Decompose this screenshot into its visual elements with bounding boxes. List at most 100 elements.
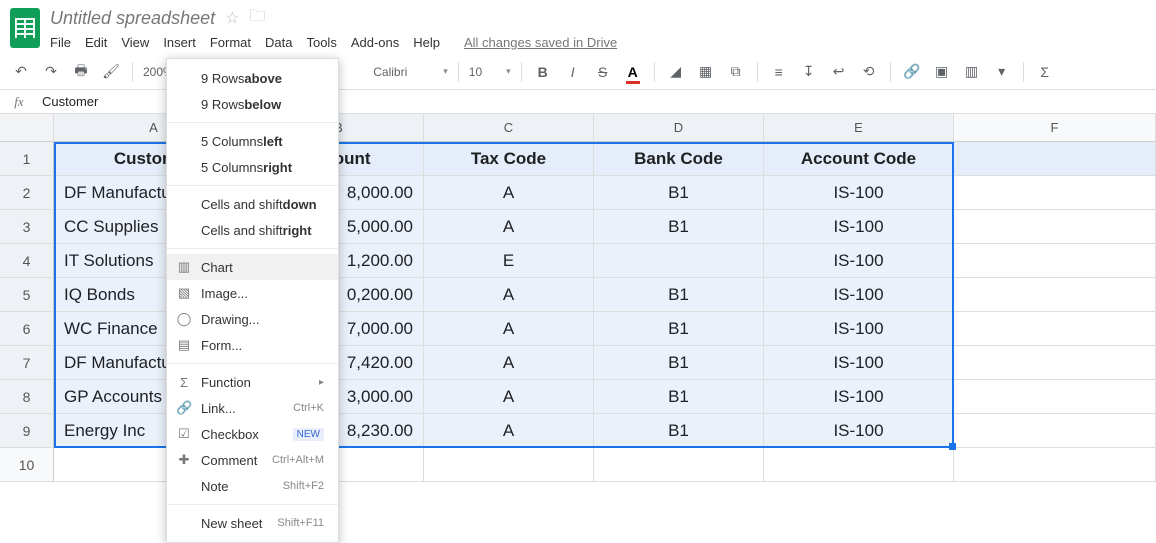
cell-e6[interactable]: IS-100 <box>764 312 954 346</box>
italic-button[interactable]: I <box>562 61 584 83</box>
font-select[interactable]: Calibri ▾ <box>373 65 448 79</box>
cell-d9[interactable]: B1 <box>594 414 764 448</box>
cell-f10[interactable] <box>954 448 1156 482</box>
cell-e7[interactable]: IS-100 <box>764 346 954 380</box>
cell-c1[interactable]: Tax Code <box>424 142 594 176</box>
cell-e9[interactable]: IS-100 <box>764 414 954 448</box>
mi-link[interactable]: 🔗Link...Ctrl+K <box>167 395 338 421</box>
menu-file[interactable]: File <box>50 35 71 50</box>
cell-e2[interactable]: IS-100 <box>764 176 954 210</box>
select-all-corner[interactable] <box>0 114 54 142</box>
cell-e4[interactable]: IS-100 <box>764 244 954 278</box>
font-size-select[interactable]: 10 ▾ <box>469 65 511 79</box>
cell-c7[interactable]: A <box>424 346 594 380</box>
mi-checkbox[interactable]: ☑CheckboxNEW <box>167 421 338 447</box>
text-color-button[interactable]: A <box>622 61 644 83</box>
cell-c4[interactable]: E <box>424 244 594 278</box>
cell-c5[interactable]: A <box>424 278 594 312</box>
mi-form[interactable]: ▤Form... <box>167 332 338 358</box>
mi-rows-below[interactable]: 9 Rows below <box>167 91 338 117</box>
link-button[interactable]: 🔗 <box>901 61 923 83</box>
undo-button[interactable]: ↶ <box>10 61 32 83</box>
print-button[interactable]: 🖶 <box>70 61 92 83</box>
cell-f6[interactable] <box>954 312 1156 346</box>
cell-c8[interactable]: A <box>424 380 594 414</box>
cell-f8[interactable] <box>954 380 1156 414</box>
rowhead-1[interactable]: 1 <box>0 142 54 176</box>
colhead-c[interactable]: C <box>424 114 594 142</box>
cell-d1[interactable]: Bank Code <box>594 142 764 176</box>
mi-cells-right[interactable]: Cells and shift right <box>167 217 338 243</box>
menu-edit[interactable]: Edit <box>85 35 107 50</box>
rowhead-10[interactable]: 10 <box>0 448 54 482</box>
merge-button[interactable]: ⧉ <box>725 61 747 83</box>
menu-addons[interactable]: Add-ons <box>351 35 399 50</box>
folder-icon[interactable]: 🗀 <box>249 5 265 32</box>
mi-comment[interactable]: ✚CommentCtrl+Alt+M <box>167 447 338 473</box>
cell-f4[interactable] <box>954 244 1156 278</box>
mi-function[interactable]: ΣFunction▸ <box>167 369 338 395</box>
cell-f7[interactable] <box>954 346 1156 380</box>
h-align-button[interactable]: ≡ <box>768 61 790 83</box>
cell-d3[interactable]: B1 <box>594 210 764 244</box>
cell-e5[interactable]: IS-100 <box>764 278 954 312</box>
cell-f9[interactable] <box>954 414 1156 448</box>
cell-f3[interactable] <box>954 210 1156 244</box>
mi-cols-left[interactable]: 5 Columns left <box>167 128 338 154</box>
menu-data[interactable]: Data <box>265 35 292 50</box>
cell-e3[interactable]: IS-100 <box>764 210 954 244</box>
rowhead-3[interactable]: 3 <box>0 210 54 244</box>
cell-f1[interactable] <box>954 142 1156 176</box>
rowhead-6[interactable]: 6 <box>0 312 54 346</box>
fill-color-button[interactable]: ◢ <box>665 61 687 83</box>
paint-format-button[interactable]: 🖌 <box>100 61 122 83</box>
colhead-f[interactable]: F <box>954 114 1156 142</box>
cell-c10[interactable] <box>424 448 594 482</box>
cell-d7[interactable]: B1 <box>594 346 764 380</box>
colhead-e[interactable]: E <box>764 114 954 142</box>
mi-chart[interactable]: ▥Chart <box>167 254 338 280</box>
mi-cols-right[interactable]: 5 Columns right <box>167 154 338 180</box>
cell-e8[interactable]: IS-100 <box>764 380 954 414</box>
v-align-button[interactable]: ↧ <box>798 61 820 83</box>
functions-button[interactable]: Σ <box>1034 61 1056 83</box>
comment-button[interactable]: ▣ <box>931 61 953 83</box>
rowhead-2[interactable]: 2 <box>0 176 54 210</box>
cell-d8[interactable]: B1 <box>594 380 764 414</box>
cell-c9[interactable]: A <box>424 414 594 448</box>
rowhead-9[interactable]: 9 <box>0 414 54 448</box>
redo-button[interactable]: ↷ <box>40 61 62 83</box>
rowhead-8[interactable]: 8 <box>0 380 54 414</box>
menu-format[interactable]: Format <box>210 35 251 50</box>
cell-c6[interactable]: A <box>424 312 594 346</box>
rotate-button[interactable]: ⟲ <box>858 61 880 83</box>
mi-note[interactable]: NoteShift+F2 <box>167 473 338 499</box>
mi-drawing[interactable]: ◯Drawing... <box>167 306 338 332</box>
mi-cells-down[interactable]: Cells and shift down <box>167 191 338 217</box>
rowhead-5[interactable]: 5 <box>0 278 54 312</box>
cell-f5[interactable] <box>954 278 1156 312</box>
cell-e1[interactable]: Account Code <box>764 142 954 176</box>
colhead-d[interactable]: D <box>594 114 764 142</box>
cell-d4[interactable] <box>594 244 764 278</box>
cell-d5[interactable]: B1 <box>594 278 764 312</box>
menu-tools[interactable]: Tools <box>306 35 336 50</box>
sheets-logo-icon[interactable] <box>10 8 40 48</box>
mi-rows-above[interactable]: 9 Rows above <box>167 65 338 91</box>
cell-d2[interactable]: B1 <box>594 176 764 210</box>
doc-title[interactable]: Untitled spreadsheet <box>50 8 215 29</box>
menu-help[interactable]: Help <box>413 35 440 50</box>
strike-button[interactable]: S <box>592 61 614 83</box>
mi-newsheet[interactable]: New sheetShift+F11 <box>167 510 338 536</box>
cell-c2[interactable]: A <box>424 176 594 210</box>
borders-button[interactable]: ▦ <box>695 61 717 83</box>
cell-e10[interactable] <box>764 448 954 482</box>
filter-button[interactable]: ▾ <box>991 61 1013 83</box>
formula-value[interactable]: Customer <box>38 94 98 109</box>
cell-d6[interactable]: B1 <box>594 312 764 346</box>
mi-image[interactable]: ▧Image... <box>167 280 338 306</box>
bold-button[interactable]: B <box>532 61 554 83</box>
star-icon[interactable]: ☆ <box>225 8 239 28</box>
cell-c3[interactable]: A <box>424 210 594 244</box>
cell-f2[interactable] <box>954 176 1156 210</box>
